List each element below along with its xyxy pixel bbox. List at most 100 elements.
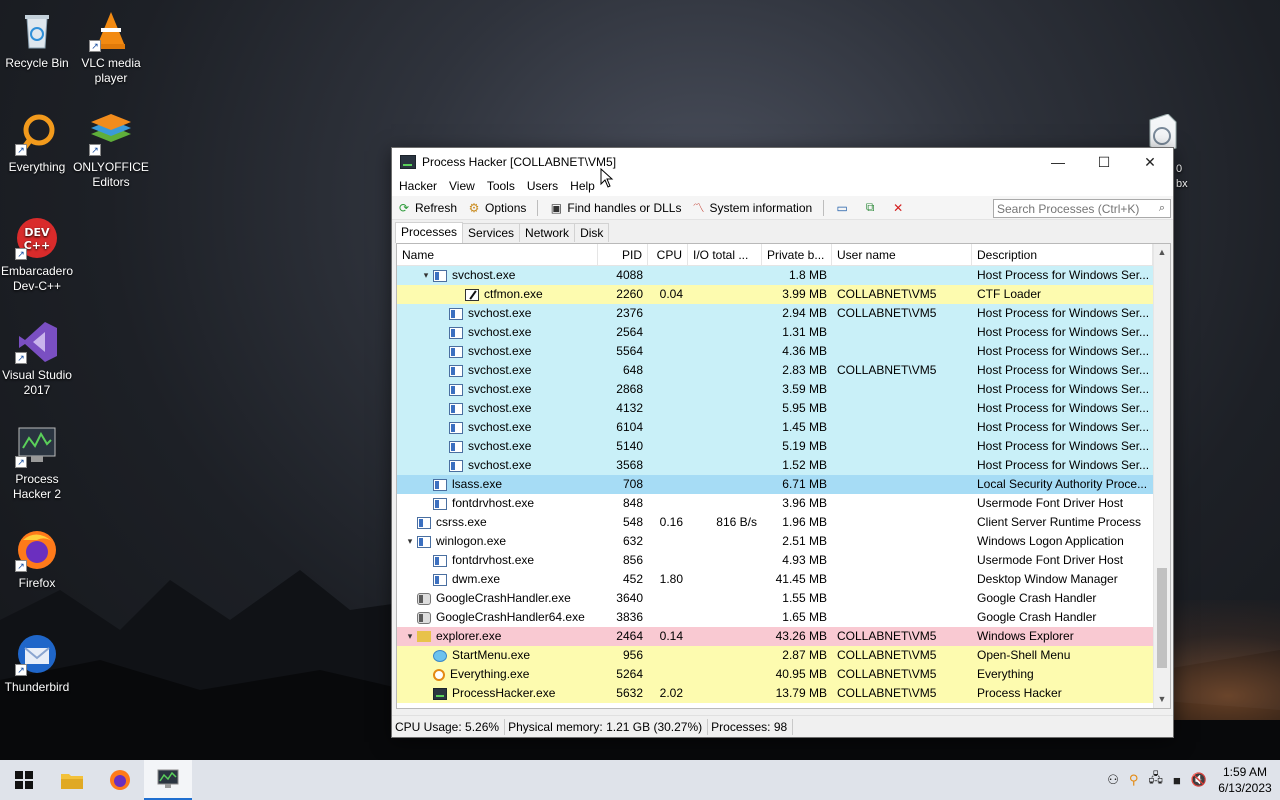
vertical-scrollbar[interactable]: ▲ ▼ — [1153, 244, 1170, 708]
table-row[interactable]: dwm.exe 452 1.80 41.45 MB Desktop Window Man… — [397, 570, 1153, 589]
process-icon — [449, 307, 463, 320]
private-bytes-cell: 40.95 MB — [775, 667, 827, 681]
clock-time: 1:59 AM — [1222, 765, 1268, 779]
column-private-bytes[interactable]: Private b... — [762, 244, 832, 265]
table-row[interactable]: Everything.exe 5264 40.95 MB COLLABNET\VM5 E… — [397, 665, 1153, 684]
menu-tools[interactable]: Tools — [482, 179, 520, 193]
process-name: svchost.exe — [468, 420, 532, 434]
refresh-button[interactable]: ⟳ Refresh — [392, 197, 462, 219]
tab-disk[interactable]: Disk — [574, 223, 610, 242]
menu-hacker[interactable]: Hacker — [394, 179, 442, 193]
process-name-cell: StartMenu.exe — [397, 646, 598, 665]
pid-cell: 2868 — [616, 382, 643, 396]
pid-cell: 956 — [622, 648, 643, 662]
taskbar-process-hacker[interactable] — [144, 760, 192, 800]
table-row[interactable]: ▾ explorer.exe 2464 0.14 43.26 MB COLLABNET\V… — [397, 627, 1153, 646]
toolbar-separator — [537, 199, 539, 216]
menu-users[interactable]: Users — [522, 179, 563, 193]
close-button[interactable]: ✕ — [1127, 148, 1173, 176]
process-icon — [465, 288, 479, 301]
table-row[interactable]: ProcessHacker.exe 5632 2.02 13.79 MB COLLABN… — [397, 684, 1153, 703]
desktop-icon-recycle-bin[interactable]: Recycle Bin — [0, 8, 75, 71]
cpu-cell — [648, 342, 688, 361]
expand-arrow-icon[interactable]: ▾ — [403, 532, 417, 551]
desktop-icon-thunderbird[interactable]: ↗ Thunderbird — [0, 632, 75, 695]
table-row[interactable]: GoogleCrashHandler64.exe 3836 1.65 MB Googl… — [397, 608, 1153, 627]
table-row[interactable]: fontdrvhost.exe 848 3.96 MB Usermode Font D… — [397, 494, 1153, 513]
clock[interactable]: 1:59 AM 6/13/2023 — [1218, 764, 1272, 796]
options-button[interactable]: ⚙ Options — [462, 197, 531, 219]
column-cpu[interactable]: CPU — [648, 244, 688, 265]
table-row[interactable]: svchost.exe 3568 1.52 MB Host Process for W… — [397, 456, 1153, 475]
menu-view[interactable]: View — [444, 179, 480, 193]
table-row[interactable]: svchost.exe 2868 3.59 MB Host Process for W… — [397, 380, 1153, 399]
network-icon[interactable]: 🖧 — [1148, 769, 1163, 791]
table-row[interactable]: svchost.exe 648 2.83 MB COLLABNET\VM5 Host P… — [397, 361, 1153, 380]
user-cell: COLLABNET\VM5 — [837, 287, 937, 301]
expand-arrow-icon[interactable]: ▾ — [403, 627, 417, 646]
everything-tray-icon[interactable]: ⚲ — [1129, 772, 1139, 788]
tab-processes[interactable]: Processes — [395, 222, 464, 243]
desktop-icon-firefox[interactable]: ↗ Firefox — [0, 528, 75, 591]
window-titlebar[interactable]: Process Hacker [COLLABNET\VM5] — ☐ ✕ — [392, 148, 1173, 176]
table-row[interactable]: ctfmon.exe 2260 0.04 3.99 MB COLLABNET\VM5 CT… — [397, 285, 1153, 304]
process-name: GoogleCrashHandler.exe — [436, 591, 571, 605]
vlc-icon: ↗ — [89, 8, 133, 52]
table-row[interactable]: svchost.exe 2564 1.31 MB Host Process for W… — [397, 323, 1153, 342]
taskbar-firefox[interactable] — [96, 760, 144, 800]
description-cell: Windows Explorer — [977, 629, 1074, 643]
table-row[interactable]: lsass.exe 708 6.71 MB Local Security Author… — [397, 475, 1153, 494]
scroll-down-icon[interactable]: ▼ — [1154, 691, 1170, 708]
column-user-name[interactable]: User name — [832, 244, 972, 265]
people-icon[interactable]: ⚇ — [1107, 772, 1119, 788]
pid-cell: 2564 — [616, 325, 643, 339]
process-hacker-tray-icon[interactable]: ■ — [1173, 773, 1181, 788]
find-window-button[interactable]: ⧉ — [858, 197, 886, 219]
desktop-icon-everything[interactable]: ↗ Everything — [0, 112, 75, 175]
minimize-button[interactable]: — — [1035, 148, 1081, 176]
search-input[interactable] — [994, 201, 1154, 216]
table-row[interactable]: svchost.exe 2376 2.94 MB COLLABNET\VM5 Host … — [397, 304, 1153, 323]
column-pid[interactable]: PID — [598, 244, 648, 265]
column-io-total[interactable]: I/O total ... — [688, 244, 762, 265]
taskbar-file-explorer[interactable] — [48, 760, 96, 800]
taskbar: ⚇ ⚲ 🖧 ■ 🔇 1:59 AM 6/13/2023 — [0, 760, 1280, 800]
desktop-icon-visual-studio[interactable]: ↗ Visual Studio 2017 — [0, 320, 75, 398]
desktop-icon-vlc[interactable]: ↗ VLC media player — [73, 8, 149, 86]
table-row[interactable]: csrss.exe 548 0.16 816 B/s 1.96 MB Client Ser… — [397, 513, 1153, 532]
scrollbar-thumb[interactable] — [1157, 568, 1167, 668]
table-row[interactable]: fontdrvhost.exe 856 4.93 MB Usermode Font D… — [397, 551, 1153, 570]
table-row[interactable]: svchost.exe 5564 4.36 MB Host Process for W… — [397, 342, 1153, 361]
column-name[interactable]: Name — [397, 244, 598, 265]
user-cell — [832, 418, 972, 437]
table-row[interactable]: GoogleCrashHandler.exe 3640 1.55 MB Google … — [397, 589, 1153, 608]
table-row[interactable]: svchost.exe 6104 1.45 MB Host Process for W… — [397, 418, 1153, 437]
window-view-button[interactable]: ▭ — [830, 197, 858, 219]
io-cell — [688, 266, 762, 285]
terminate-button[interactable]: ✕ — [886, 197, 914, 219]
find-handles-button[interactable]: ▣ Find handles or DLLs — [544, 197, 686, 219]
process-icon — [449, 364, 463, 377]
process-name-cell: ▾ svchost.exe — [397, 266, 598, 285]
table-row[interactable]: StartMenu.exe 956 2.87 MB COLLABNET\VM5 Open… — [397, 646, 1153, 665]
table-row[interactable]: svchost.exe 4132 5.95 MB Host Process for W… — [397, 399, 1153, 418]
search-processes[interactable]: ⌕ — [993, 199, 1171, 218]
user-cell — [832, 323, 972, 342]
expand-arrow-icon[interactable]: ▾ — [419, 266, 433, 285]
process-icon — [433, 478, 447, 491]
desktop-icon-onlyoffice[interactable]: ↗ ONLYOFFICE Editors — [73, 112, 149, 190]
tab-network[interactable]: Network — [519, 223, 576, 242]
scroll-up-icon[interactable]: ▲ — [1154, 244, 1170, 261]
column-description[interactable]: Description — [972, 244, 1153, 265]
maximize-button[interactable]: ☐ — [1081, 148, 1127, 176]
tab-services[interactable]: Services — [462, 223, 521, 242]
menu-help[interactable]: Help — [565, 179, 600, 193]
volume-muted-icon[interactable]: 🔇 — [1191, 772, 1207, 788]
table-row[interactable]: ▾ svchost.exe 4088 1.8 MB Host Process for W… — [397, 266, 1153, 285]
desktop-icon-process-hacker[interactable]: ↗ Process Hacker 2 — [0, 424, 75, 502]
start-button[interactable] — [0, 760, 48, 800]
table-row[interactable]: ▾ winlogon.exe 632 2.51 MB Windows Logon App… — [397, 532, 1153, 551]
desktop-icon-devcpp[interactable]: DEV C++ ↗ Embarcadero Dev-C++ — [0, 216, 75, 294]
table-row[interactable]: svchost.exe 5140 5.19 MB Host Process for W… — [397, 437, 1153, 456]
system-information-button[interactable]: 〽 System information — [686, 197, 817, 219]
